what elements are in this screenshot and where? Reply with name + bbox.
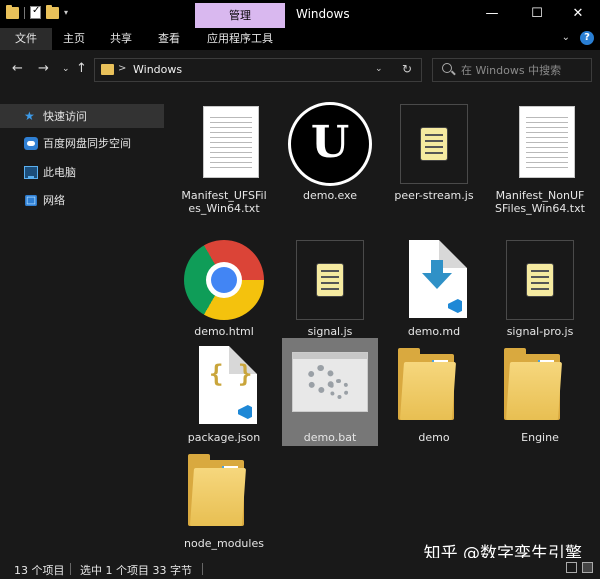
title-bar: ▾ 管理 Windows — ☐ ✕ [0,0,600,28]
tab-file[interactable]: 文件 [0,28,52,50]
navigation-bar: ← → ⌄ ↑ > Windows ⌄ ↻ [0,50,600,90]
minimize-button[interactable]: — [470,4,514,24]
nav-item-label: 百度网盘同步空间 [43,137,131,150]
status-divider [202,563,203,575]
nav-item-baidu-netdisk[interactable]: 百度网盘同步空间 [0,131,164,155]
nav-item-label: 此电脑 [43,166,76,179]
nav-item-label: 快速访问 [43,110,87,123]
window-title: Windows [296,7,350,21]
navigation-pane: ★ 快速访问 百度网盘同步空间 此电脑 网络 [0,90,164,558]
customize-toolbar-icon[interactable]: ▾ [64,8,68,17]
breadcrumb-windows[interactable]: Windows [133,63,182,76]
selection-info: 选中 1 个项目 33 字节 [80,564,192,577]
cloud-icon [24,136,38,150]
expand-ribbon-icon[interactable]: ⌄ [562,32,570,43]
close-button[interactable]: ✕ [556,4,600,24]
folder-icon[interactable] [6,4,19,19]
unreal-engine-icon: U [288,102,372,186]
vscode-icon [238,405,252,419]
folder-icon [101,64,114,75]
address-bar[interactable]: > Windows ⌄ ↻ [94,58,422,82]
computer-icon [24,165,38,179]
search-box[interactable] [432,58,592,82]
refresh-icon[interactable]: ↻ [402,62,412,76]
star-icon: ★ [24,108,35,123]
tab-application-tools[interactable]: 应用程序工具 [196,28,284,50]
maximize-button[interactable]: ☐ [515,4,559,24]
file-name: Manifest_NonUFSFiles_Win64.txt [495,189,585,215]
file-item-manifest-nonufs[interactable]: Manifest_NonUFSFiles_Win64.txt [492,96,588,217]
file-item-demo-bat[interactable]: demo.bat [282,338,378,446]
batch-file-icon [292,352,368,412]
quick-access-toolbar: ▾ [6,4,68,19]
new-folder-icon[interactable] [46,4,59,19]
toolbar-divider [24,6,25,19]
javascript-file-icon [296,240,364,320]
folder-icon [504,348,574,424]
address-dropdown-icon[interactable]: ⌄ [375,64,383,74]
javascript-file-icon [506,240,574,320]
breadcrumb-separator[interactable]: > [118,63,126,74]
details-view-icon[interactable] [566,562,577,573]
up-button[interactable]: ↑ [76,61,87,76]
file-item-demo-exe[interactable]: U demo.exe [282,96,378,204]
forward-button[interactable]: → [38,61,49,76]
back-button[interactable]: ← [12,61,23,76]
file-item-engine-folder[interactable]: Engine [492,338,588,446]
file-name: peer-stream.js [394,189,474,202]
file-item-package-json[interactable]: { } package.json [176,338,272,446]
nav-item-network[interactable]: 网络 [0,188,164,212]
text-document-icon [519,106,575,178]
file-item-signal-pro-js[interactable]: signal-pro.js [492,232,588,340]
properties-icon[interactable] [30,5,41,19]
file-item-signal-js[interactable]: signal.js [282,232,378,340]
javascript-file-icon [400,104,468,184]
json-file-icon: { } [199,346,257,424]
item-count: 13 个项目 [14,564,65,577]
file-name: demo.bat [303,431,357,444]
tab-manage[interactable]: 管理 [195,3,285,28]
file-item-demo-folder[interactable]: demo [386,338,482,446]
file-name: demo.md [407,325,461,338]
tab-home[interactable]: 主页 [52,28,96,50]
nav-item-this-pc[interactable]: 此电脑 [0,160,164,184]
status-bar: 13 个项目 选中 1 个项目 33 字节 [0,558,600,579]
file-name: Engine [521,431,559,444]
tab-share[interactable]: 共享 [98,28,144,50]
file-list: Manifest_UFSFiles_Win64.txt U demo.exe p… [164,90,600,558]
network-icon [25,194,37,206]
vscode-icon [448,299,462,313]
file-item-manifest-ufs[interactable]: Manifest_UFSFiles_Win64.txt [176,96,272,217]
folder-icon [398,348,468,424]
file-name: Manifest_UFSFiles_Win64.txt [181,189,267,215]
help-icon[interactable]: ? [580,31,594,45]
large-icons-view-icon[interactable] [582,562,593,573]
file-name: signal.js [307,325,353,338]
file-name: demo [418,431,450,444]
nav-item-quick-access[interactable]: ★ 快速访问 [0,104,164,128]
tab-view[interactable]: 查看 [146,28,192,50]
file-name: signal-pro.js [506,325,574,338]
ribbon-tabs: 文件 主页 共享 查看 应用程序工具 ⌄ ? [0,28,600,50]
status-divider [70,563,71,575]
text-document-icon [203,106,259,178]
file-name: package.json [187,431,261,444]
nav-item-label: 网络 [43,194,65,207]
chrome-icon [184,240,264,320]
file-item-demo-md[interactable]: demo.md [386,232,482,340]
file-item-demo-html[interactable]: demo.html [176,232,272,340]
markdown-file-icon [409,240,467,318]
search-icon [442,63,452,73]
file-name: node_modules [184,537,264,550]
recent-locations-icon[interactable]: ⌄ [62,64,70,74]
file-item-node-modules-folder[interactable]: node_modules [176,444,272,552]
file-name: demo.html [194,325,254,338]
file-item-peer-stream-js[interactable]: peer-stream.js [386,96,482,204]
folder-icon [188,454,258,530]
search-input[interactable] [461,61,589,79]
file-name: demo.exe [302,189,357,202]
